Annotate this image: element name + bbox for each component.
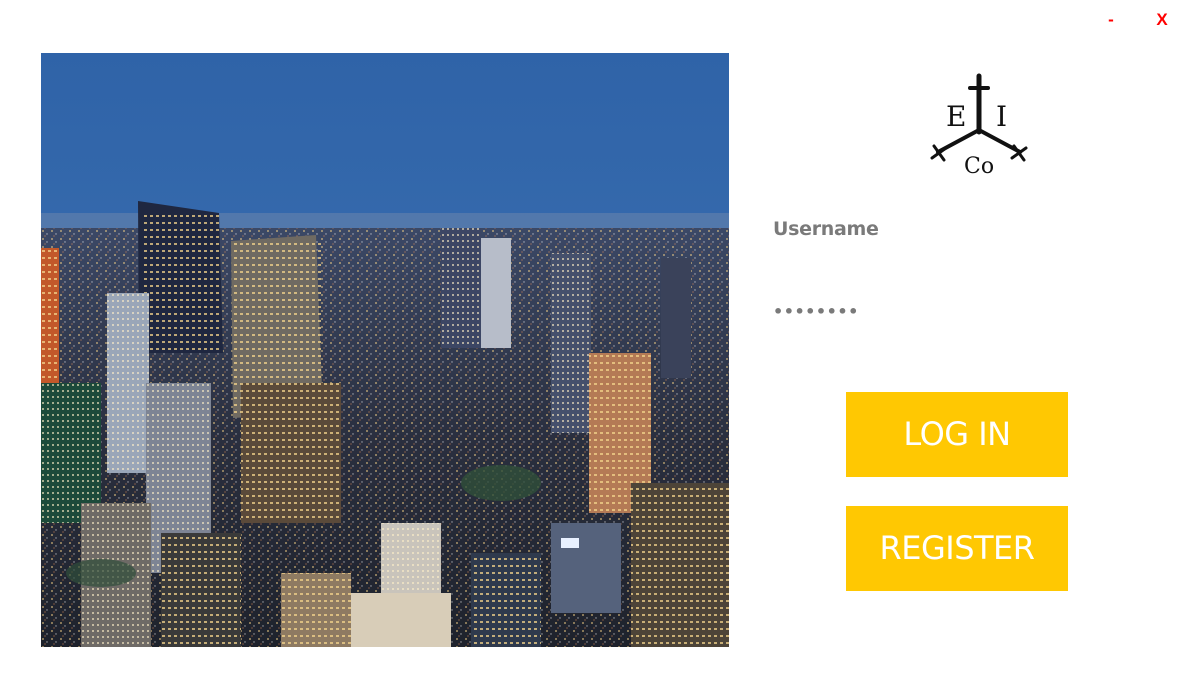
minimize-button[interactable]: - — [1103, 8, 1119, 32]
logo-letter-i: I — [996, 100, 1007, 133]
login-button[interactable]: LOG IN — [846, 392, 1068, 477]
password-value: •••••••• — [773, 302, 859, 321]
username-placeholder: Username — [773, 218, 879, 240]
login-window: - X E I Co Username •••••••• LOG IN REGI… — [0, 0, 1192, 697]
logo-letter-e: E — [946, 100, 966, 133]
logo-letters-co: Co — [964, 154, 994, 179]
register-button[interactable]: REGISTER — [846, 506, 1068, 591]
city-skyline-image — [41, 53, 729, 647]
close-button[interactable]: X — [1153, 8, 1171, 32]
company-logo: E I Co — [926, 72, 1032, 180]
